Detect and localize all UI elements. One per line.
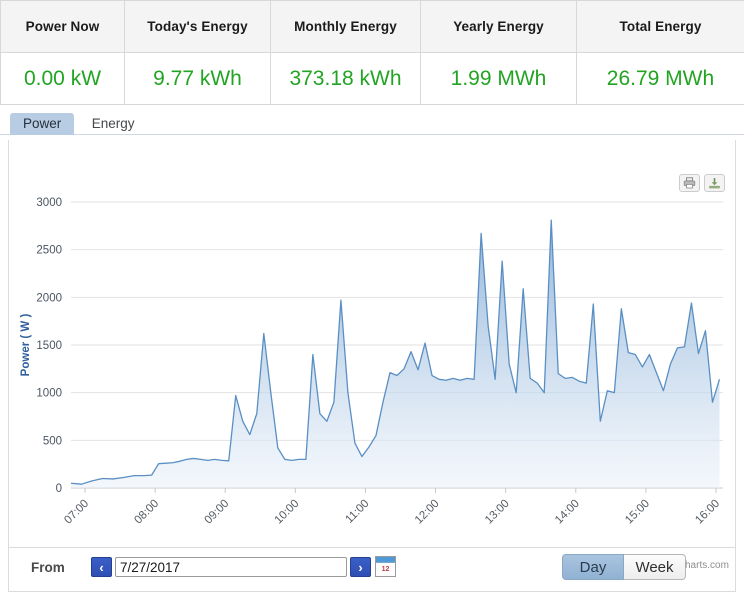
summary-header-yearly-energy: Yearly Energy <box>420 0 577 53</box>
y-axis-title: Power ( W ) <box>20 314 32 377</box>
y-tick-label: 1500 <box>36 340 62 352</box>
power-chart-panel: 0 500 1000 1500 2000 2500 3000 Power ( W ) 07:00… <box>8 140 736 548</box>
x-tick-label: 11:00 <box>343 498 371 526</box>
x-tick-label: 12:00 <box>413 498 442 527</box>
x-tick-label: 09:00 <box>203 498 232 527</box>
power-area-fill <box>71 220 720 489</box>
summary-table: Power Now Today's Energy Monthly Energy … <box>0 0 744 105</box>
x-tick-label: 07:00 <box>62 498 91 527</box>
x-tick-label: 10:00 <box>273 498 302 527</box>
tab-energy[interactable]: Energy <box>79 113 148 135</box>
previous-day-button[interactable]: ‹ <box>91 557 112 577</box>
y-tick-label: 1000 <box>36 388 62 400</box>
y-tick-label: 3000 <box>36 197 62 209</box>
tab-power[interactable]: Power <box>10 113 75 135</box>
summary-header-row: Power Now Today's Energy Monthly Energy … <box>0 0 744 53</box>
download-icon[interactable] <box>704 174 725 192</box>
solar-dashboard: Power Now Today's Energy Monthly Energy … <box>0 0 744 600</box>
x-tick-label: 15:00 <box>623 498 652 527</box>
power-area-chart: 0 500 1000 1500 2000 2500 3000 Power ( W ) 07:00… <box>20 197 723 527</box>
range-button-day[interactable]: Day <box>562 554 624 580</box>
summary-value-power-now: 0.00 kW <box>0 52 125 105</box>
calendar-icon[interactable]: 12 <box>375 556 396 577</box>
x-tick-label: 14:00 <box>553 498 582 527</box>
summary-value-todays-energy: 9.77 kWh <box>124 52 271 105</box>
summary-header-power-now: Power Now <box>0 0 125 53</box>
summary-header-total-energy: Total Energy <box>576 0 744 53</box>
calendar-icon-day: 12 <box>381 566 390 573</box>
y-tick-label: 2500 <box>36 245 62 257</box>
next-day-button[interactable]: › <box>350 557 371 577</box>
print-icon[interactable] <box>679 174 700 192</box>
summary-value-yearly-energy: 1.99 MWh <box>420 52 577 105</box>
y-tick-label: 2000 <box>36 292 62 304</box>
range-button-week[interactable]: Week <box>624 554 686 580</box>
summary-value-monthly-energy: 373.18 kWh <box>270 52 421 105</box>
x-tick-label: 16:00 <box>693 498 722 527</box>
highcharts-watermark: harts.com <box>685 560 729 571</box>
date-input[interactable] <box>115 557 347 577</box>
summary-header-todays-energy: Today's Energy <box>124 0 271 53</box>
x-tick-label: 13:00 <box>483 498 512 527</box>
chart-export-buttons <box>679 174 725 192</box>
from-label: From <box>31 560 65 575</box>
summary-header-monthly-energy: Monthly Energy <box>270 0 421 53</box>
range-toggle-group: Day Week <box>562 554 686 580</box>
summary-value-total-energy: 26.79 MWh <box>576 52 744 105</box>
chart-controls-footer: From ‹ › 12 Day Week harts.com <box>8 548 736 592</box>
x-tick-label: 08:00 <box>132 498 161 527</box>
tab-bar: Power Energy <box>0 113 744 135</box>
y-tick-label: 500 <box>43 435 62 447</box>
summary-value-row: 0.00 kW 9.77 kWh 373.18 kWh 1.99 MWh 26.… <box>0 52 744 105</box>
y-tick-label: 0 <box>56 483 62 495</box>
